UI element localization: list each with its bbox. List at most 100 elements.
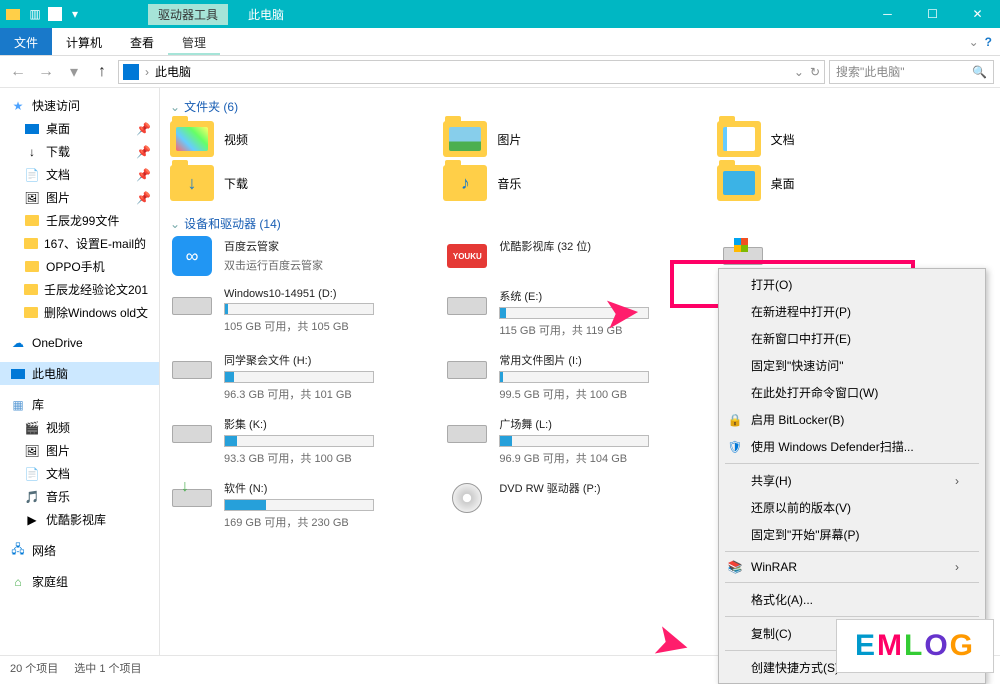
close-button[interactable]: ✕ xyxy=(955,0,1000,28)
minimize-button[interactable]: ─ xyxy=(865,0,910,28)
context-menu-item[interactable]: 共享(H)› xyxy=(721,467,983,494)
drive-item[interactable]: 同学聚会文件 (H:)96.3 GB 可用，共 101 GB xyxy=(170,352,439,402)
sidebar-item[interactable]: 壬辰龙99文件 xyxy=(0,209,159,232)
context-menu-item[interactable]: 📚WinRAR› xyxy=(721,555,983,579)
drive-item[interactable]: ↓软件 (N:)169 GB 可用，共 230 GB xyxy=(170,480,439,530)
sidebar-item[interactable]: 壬辰龙经验论文201 xyxy=(0,278,159,301)
sidebar-this-pc[interactable]: 此电脑 xyxy=(0,362,159,385)
tab-view[interactable]: 查看 xyxy=(116,28,168,55)
folder-icon xyxy=(443,165,487,201)
drive-item[interactable]: 常用文件图片 (I:)99.5 GB 可用，共 100 GB xyxy=(445,352,714,402)
sidebar-item[interactable]: ▶优酷影视库 xyxy=(0,508,159,531)
network-icon: 🖧 xyxy=(10,543,26,559)
capacity-bar xyxy=(224,303,374,315)
sidebar-item[interactable]: ↓下载📌 xyxy=(0,140,159,163)
context-menu-item[interactable]: 🔒启用 BitLocker(B) xyxy=(721,406,983,433)
context-menu-item[interactable]: 🛡使用 Windows Defender扫描... xyxy=(721,433,983,460)
tab-file[interactable]: 文件 xyxy=(0,28,52,55)
menu-separator xyxy=(725,616,979,617)
sidebar-item[interactable]: 🖼图片📌 xyxy=(0,186,159,209)
recent-dropdown[interactable]: ▾ xyxy=(62,60,86,84)
pin-icon: 📌 xyxy=(136,122,151,136)
sidebar-homegroup[interactable]: ⌂家庭组 xyxy=(0,570,159,593)
context-menu-item[interactable]: 在新窗口中打开(E) xyxy=(721,325,983,352)
help-icon[interactable]: ? xyxy=(985,35,992,49)
drive-item[interactable]: 广场舞 (L:)96.9 GB 可用，共 104 GB xyxy=(445,416,714,466)
sidebar-item[interactable]: 删除Windows old文 xyxy=(0,301,159,324)
library-icon: 📄 xyxy=(24,466,40,482)
library-icon: 🎵 xyxy=(24,489,40,505)
section-drives[interactable]: ⌄设备和驱动器 (14) xyxy=(170,211,990,238)
capacity-bar xyxy=(499,371,649,383)
address-dropdown-icon[interactable]: ⌄ xyxy=(794,65,804,79)
homegroup-icon: ⌂ xyxy=(10,574,26,590)
sidebar-item[interactable]: 🎵音乐 xyxy=(0,485,159,508)
back-button[interactable]: ← xyxy=(6,60,30,84)
qat-new-icon[interactable] xyxy=(48,7,62,21)
context-menu-item[interactable]: 在此处打开命令窗口(W) xyxy=(721,379,983,406)
status-selected-count: 选中 1 个项目 xyxy=(74,660,141,676)
context-menu-item[interactable]: 打开(O) xyxy=(721,271,983,298)
drive-item[interactable]: Windows10-14951 (D:)105 GB 可用，共 105 GB xyxy=(170,288,439,338)
address-bar: ← → ▾ ↑ › 此电脑 ⌄ ↻ 搜索"此电脑" 🔍 xyxy=(0,56,1000,88)
drive-item[interactable]: YOUKU优酷影视库 (32 位) xyxy=(445,238,714,274)
up-button[interactable]: ↑ xyxy=(90,60,114,84)
drive-item[interactable]: DVD RW 驱动器 (P:) xyxy=(445,480,714,530)
search-input[interactable]: 搜索"此电脑" 🔍 xyxy=(829,60,994,84)
folder-item[interactable]: 图片 xyxy=(443,121,716,157)
address-location: 此电脑 xyxy=(155,63,191,80)
context-menu-item[interactable]: 固定到"开始"屏幕(P) xyxy=(721,521,983,548)
sidebar-item[interactable]: 🖼图片 xyxy=(0,439,159,462)
menu-separator xyxy=(725,582,979,583)
capacity-bar xyxy=(224,371,374,383)
sidebar-item[interactable]: 桌面📌 xyxy=(0,117,159,140)
sidebar-item[interactable]: 🎬视频 xyxy=(0,416,159,439)
status-item-count: 20 个项目 xyxy=(10,660,58,676)
drive-item[interactable]: 系统 (E:)115 GB 可用，共 119 GB xyxy=(445,288,714,338)
section-folders[interactable]: ⌄文件夹 (6) xyxy=(170,94,990,121)
context-menu-item[interactable]: 在新进程中打开(P) xyxy=(721,298,983,325)
sidebar-network[interactable]: 🖧网络 xyxy=(0,539,159,562)
search-icon[interactable]: 🔍 xyxy=(972,65,987,79)
tab-manage[interactable]: 管理 xyxy=(168,28,220,55)
star-icon: ★ xyxy=(10,98,26,114)
refresh-icon[interactable]: ↻ xyxy=(810,65,820,79)
sidebar-item[interactable]: 📄文档📌 xyxy=(0,163,159,186)
drive-item[interactable]: 影集 (K:)93.3 GB 可用，共 100 GB xyxy=(170,416,439,466)
tab-computer[interactable]: 计算机 xyxy=(52,28,116,55)
sidebar-libraries[interactable]: ▦库 xyxy=(0,393,159,416)
folder-item[interactable]: 文档 xyxy=(717,121,990,157)
expand-ribbon-icon[interactable]: ⌄ xyxy=(969,35,979,49)
folder-item[interactable]: 音乐 xyxy=(443,165,716,201)
address-box[interactable]: › 此电脑 ⌄ ↻ xyxy=(118,60,825,84)
context-menu-item[interactable]: 格式化(A)... xyxy=(721,586,983,613)
watermark-logo: EMLOG xyxy=(836,619,994,673)
search-placeholder: 搜索"此电脑" xyxy=(836,63,905,80)
navigation-sidebar: ★快速访问 桌面📌↓下载📌📄文档📌🖼图片📌壬辰龙99文件167、设置E-mail… xyxy=(0,88,160,655)
sidebar-onedrive[interactable]: ☁OneDrive xyxy=(0,332,159,354)
qat-dropdown-icon[interactable]: ▾ xyxy=(66,5,84,23)
folder-item[interactable]: 桌面 xyxy=(717,165,990,201)
folder-icon: ↓ xyxy=(24,144,40,160)
sidebar-item[interactable]: 167、设置E-mail的 xyxy=(0,232,159,255)
folder-icon xyxy=(24,213,40,229)
ribbon-tabs: 文件 计算机 查看 管理 ⌄ ? xyxy=(0,28,1000,56)
maximize-button[interactable]: ☐ xyxy=(910,0,955,28)
folder-item[interactable]: 视频 xyxy=(170,121,443,157)
drive-icon xyxy=(447,361,487,379)
folder-item[interactable]: 下载 xyxy=(170,165,443,201)
onedrive-icon: ☁ xyxy=(10,335,26,351)
folder-icon xyxy=(443,121,487,157)
library-icon: 🎬 xyxy=(24,420,40,436)
sidebar-quick-access[interactable]: ★快速访问 xyxy=(0,94,159,117)
folder-icon xyxy=(24,305,38,321)
sidebar-item[interactable]: OPPO手机 xyxy=(0,255,159,278)
qat-properties-icon[interactable]: ▥ xyxy=(26,5,44,23)
system-menu-icon[interactable] xyxy=(4,5,22,23)
drive-item[interactable]: ∞百度云管家双击运行百度云管家 xyxy=(170,238,439,274)
forward-button[interactable]: → xyxy=(34,60,58,84)
folder-icon: 🖼 xyxy=(24,190,40,206)
sidebar-item[interactable]: 📄文档 xyxy=(0,462,159,485)
context-menu-item[interactable]: 固定到"快速访问" xyxy=(721,352,983,379)
context-menu-item[interactable]: 还原以前的版本(V) xyxy=(721,494,983,521)
